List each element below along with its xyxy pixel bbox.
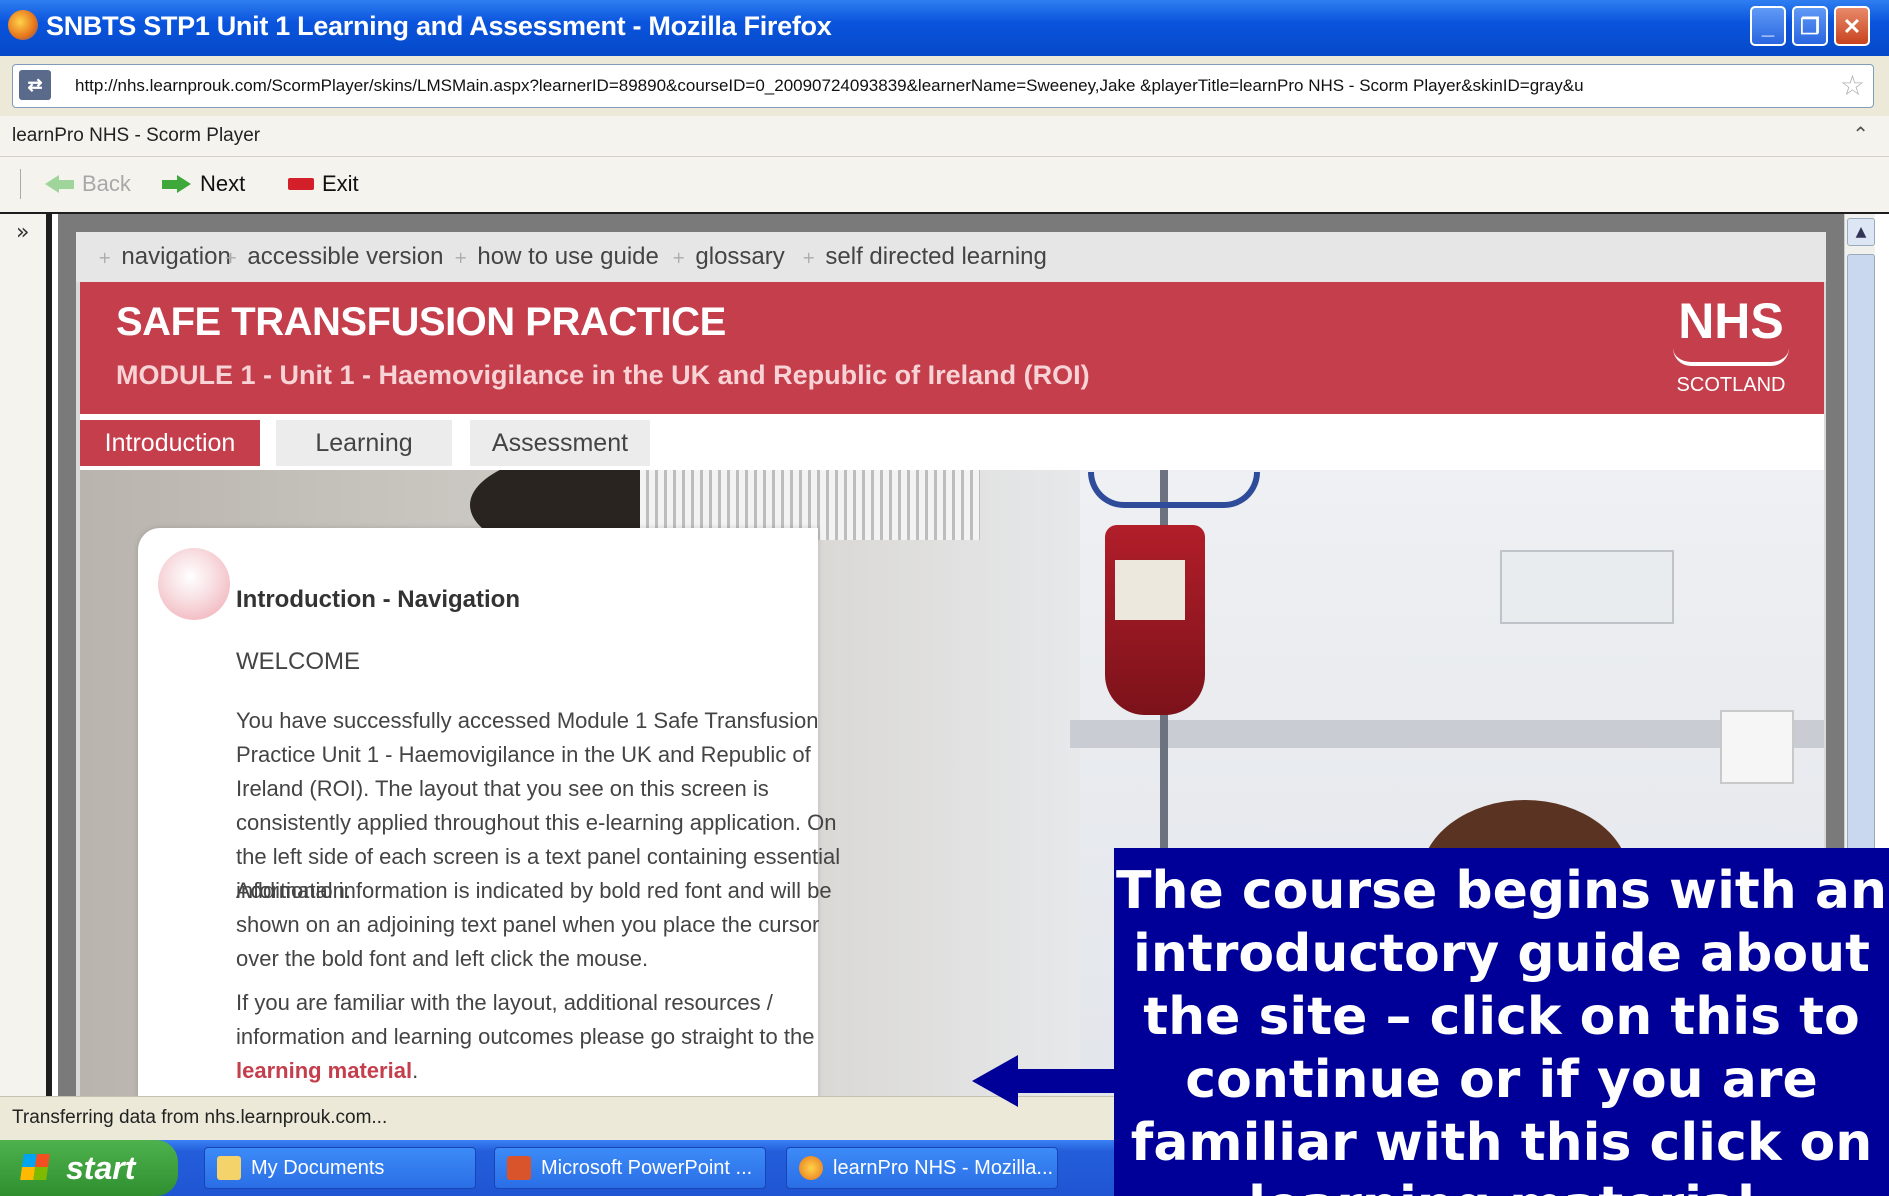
plus-icon: + [802,247,816,267]
logo-scotland-text: SCOTLAND [1676,374,1786,396]
address-bar-area: ⇄ http://nhs.learnprouk.com/ScormPlayer/… [0,56,1889,117]
tab-learning[interactable]: Learning [276,420,452,466]
nav-label: self directed learning [825,243,1047,270]
minimize-button[interactable]: _ [1750,6,1786,46]
exit-button[interactable]: Exit [288,171,359,197]
nav-label: navigation [121,243,231,270]
site-icon: ⇄ [19,70,51,100]
collapse-icon[interactable]: ⌃ [1852,122,1869,146]
nav-label: how to use guide [477,243,659,270]
nav-accessible-version[interactable]: + accessible version [224,243,444,271]
photo-blood-bag [1105,525,1205,715]
plus-icon: + [224,247,238,267]
decorative-circle [158,548,230,620]
back-label: Back [82,171,131,196]
next-arrow-icon [162,175,192,193]
taskbar-item-powerpoint[interactable]: Microsoft PowerPoint ... [494,1147,766,1189]
logo-swoosh [1673,348,1789,366]
taskbar-item-label: learnPro NHS - Mozilla... [833,1156,1054,1179]
taskbar-item-label: My Documents [251,1156,385,1179]
paragraph-3-text: If you are familiar with the layout, add… [236,990,815,1049]
nav-navigation[interactable]: + navigation [98,243,231,271]
module-nav-bar: + navigation + accessible version + how to … [76,232,1826,282]
learning-material-link[interactable]: learning material [236,1058,412,1083]
back-arrow-icon [44,175,74,193]
exit-label: Exit [322,171,359,196]
firefox-icon [799,1156,823,1180]
tab-assessment[interactable]: Assessment [470,420,650,466]
folder-icon [217,1156,241,1180]
expand-panel-icon[interactable]: » [16,220,29,245]
scroll-up-icon[interactable]: ▲ [1847,218,1875,246]
paragraph-3-end: . [412,1058,419,1083]
window-titlebar[interactable]: SNBTS STP1 Unit 1 Learning and Assessmen… [0,0,1889,56]
player-title: learnPro NHS - Scorm Player [12,125,261,146]
callout-box: The course begins with an introductory g… [1114,848,1889,1196]
player-toolbar: Back Next Exit [0,157,1889,214]
nav-self-directed-learning[interactable]: + self directed learning [802,243,1047,271]
start-label: start [66,1150,136,1186]
callout-text: The course begins with an introductory g… [1116,861,1887,1196]
player-title-bar: learnPro NHS - Scorm Player ⌃ [0,116,1889,157]
start-button[interactable]: start [0,1140,178,1196]
logo-nhs-text: NHS [1678,293,1784,349]
powerpoint-icon [507,1156,531,1180]
left-side-panel: » [0,214,52,1096]
callout-arrow-shaft [1016,1069,1114,1093]
back-button[interactable]: Back [44,171,131,197]
address-bar[interactable]: ⇄ http://nhs.learnprouk.com/ScormPlayer/… [12,64,1874,108]
close-button[interactable]: ✕ [1834,6,1870,46]
taskbar-item-label: Microsoft PowerPoint ... [541,1156,753,1179]
url-text[interactable]: http://nhs.learnprouk.com/ScormPlayer/sk… [75,76,1835,96]
next-label: Next [200,171,246,196]
intro-paragraph-2: Additional information is indicated by b… [236,878,832,971]
taskbar-item-my-documents[interactable]: My Documents [204,1147,476,1189]
bookmark-star-icon[interactable]: ☆ [1840,69,1865,102]
intro-text-panel: Introduction - Navigation WELCOME You ha… [138,528,840,1096]
callout-arrow-head [972,1055,1018,1107]
nav-glossary[interactable]: + glossary [672,243,785,271]
nhs-scotland-logo: NHS SCOTLAND [1666,294,1796,404]
toolbar-separator [20,169,21,199]
photo-drip-hook [1088,472,1260,508]
module-banner: SAFE TRANSFUSION PRACTICE MODULE 1 - Uni… [80,282,1824,414]
taskbar-item-firefox[interactable]: learnPro NHS - Mozilla... [786,1147,1058,1189]
module-tabs: Introduction Learning Assessment [80,414,1824,470]
photo-wall-device [1500,550,1674,624]
welcome-text: WELCOME [236,648,361,675]
maximize-button[interactable]: ❐ [1792,6,1828,46]
tab-introduction[interactable]: Introduction [80,420,260,466]
module-subtitle: MODULE 1 - Unit 1 - Haemovigilance in th… [116,360,1090,390]
panel-heading: Introduction - Navigation [236,586,520,613]
plus-icon: + [672,247,686,267]
callout-arrow [972,1055,1114,1107]
photo-bag-label [1115,560,1185,620]
nav-how-to-use-guide[interactable]: + how to use guide [454,243,659,271]
window-title: SNBTS STP1 Unit 1 Learning and Assessmen… [46,11,832,41]
nav-label: accessible version [247,243,444,270]
module-title: SAFE TRANSFUSION PRACTICE [116,300,726,344]
status-text: Transferring data from nhs.learnprouk.co… [12,1107,388,1128]
windows-flag-icon [20,1154,50,1180]
firefox-icon [8,10,38,40]
intro-paragraph-3: If you are familiar with the layout, add… [236,986,861,1088]
nav-label: glossary [695,243,785,270]
exit-icon [288,178,314,190]
plus-icon: + [98,247,112,267]
next-button[interactable]: Next [162,171,245,197]
photo-wall-rail [1070,720,1824,748]
photo-wall-socket [1720,710,1794,784]
plus-icon: + [454,247,468,267]
